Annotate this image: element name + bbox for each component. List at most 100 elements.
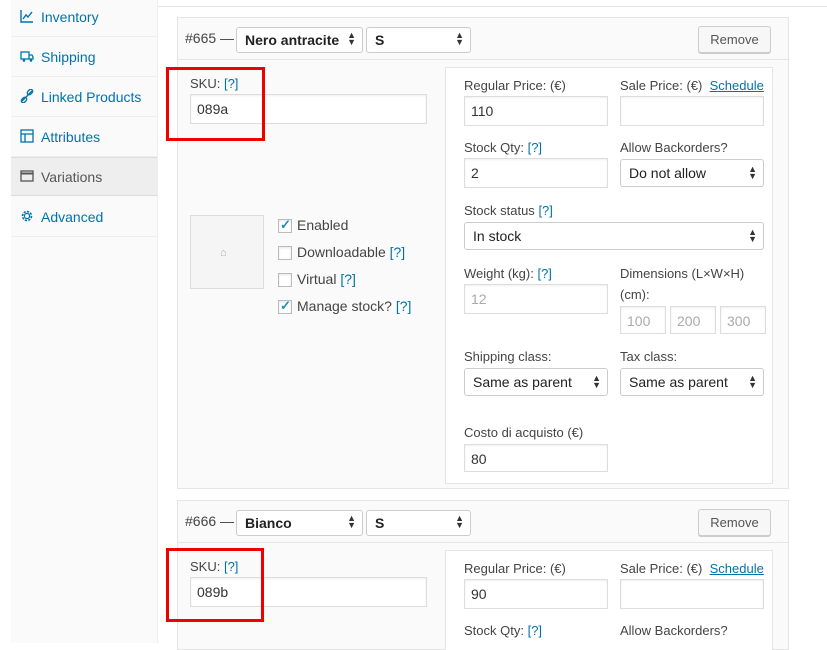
shipping-class-label: Shipping class:: [464, 349, 552, 364]
help-link[interactable]: [?]: [340, 271, 356, 287]
stock-qty-label: Stock Qty: [?]: [464, 623, 542, 638]
remove-button[interactable]: Remove: [698, 509, 771, 536]
variation-id: #665 —: [185, 30, 235, 46]
select-arrows-icon: ▲ ▼: [455, 30, 464, 47]
window-icon: [20, 170, 34, 182]
downloadable-label: Downloadable [?]: [297, 244, 405, 260]
manage-stock-label: Manage stock? [?]: [297, 298, 411, 314]
tab-shipping[interactable]: Shipping: [11, 38, 157, 77]
tab-attributes[interactable]: Attributes: [11, 118, 157, 157]
sale-price-label: Sale Price: (€) Schedule: [620, 561, 764, 576]
stock-qty-input[interactable]: 2: [464, 158, 608, 188]
downloadable-text: Downloadable: [297, 244, 386, 260]
dimensions-unit: (cm):: [620, 287, 650, 302]
sale-price-text: Sale Price: (€): [620, 78, 703, 93]
select-arrows-icon: ▲ ▼: [347, 513, 356, 530]
weight-text: Weight (kg):: [464, 266, 534, 281]
size-select[interactable]: S ▲ ▼: [366, 27, 471, 53]
gear-icon: [21, 210, 33, 222]
help-link[interactable]: [?]: [396, 298, 412, 314]
variation-header: #665 — Nero antracite ▲ ▼ S ▲ ▼ Remove: [178, 18, 788, 60]
link-icon: [20, 89, 34, 103]
weight-input[interactable]: 12: [464, 284, 608, 314]
truck-icon: [20, 51, 34, 62]
variation-image-upload[interactable]: ⌂: [190, 215, 264, 289]
manage-stock-checkbox[interactable]: ✓: [278, 298, 292, 314]
divider: [178, 542, 788, 543]
help-link[interactable]: [?]: [538, 203, 552, 218]
size-select-value: S: [375, 32, 385, 48]
backorders-value: Do not allow: [629, 165, 707, 181]
help-link[interactable]: [?]: [390, 244, 406, 260]
table-icon: [20, 129, 34, 143]
select-arrows-icon: ▲ ▼: [347, 30, 356, 47]
tab-advanced[interactable]: Advanced: [11, 198, 157, 237]
size-select[interactable]: S ▲ ▼: [366, 510, 471, 536]
tax-class-label: Tax class:: [620, 349, 678, 364]
shipping-class-select[interactable]: Same as parent ▲ ▼: [464, 368, 608, 396]
cost-input[interactable]: 80: [464, 444, 608, 472]
tax-class-select[interactable]: Same as parent ▲ ▼: [620, 368, 764, 396]
regular-price-label: Regular Price: (€): [464, 561, 566, 576]
variation-id: #666 —: [185, 513, 235, 529]
weight-label: Weight (kg): [?]: [464, 266, 552, 281]
highlight-box: [166, 67, 265, 141]
tab-variations-label: Variations: [41, 169, 103, 185]
virtual-checkbox[interactable]: [278, 273, 292, 287]
variation-details-panel: Regular Price: (€) 110 Sale Price: (€) S…: [445, 67, 773, 484]
color-select-value: Bianco: [245, 515, 292, 531]
enabled-checkbox[interactable]: ✓: [278, 217, 292, 233]
regular-price-label: Regular Price: (€): [464, 78, 566, 93]
stock-status-select[interactable]: In stock ▲ ▼: [464, 222, 764, 250]
product-data-tabs: Inventory Shipping Linked Products Attri…: [0, 0, 158, 643]
help-link[interactable]: [?]: [528, 623, 542, 638]
check-icon: ✓: [280, 298, 291, 313]
tax-class-value: Same as parent: [629, 374, 728, 390]
remove-button[interactable]: Remove: [698, 26, 771, 53]
length-input[interactable]: 100: [620, 306, 666, 334]
tab-shipping-label: Shipping: [41, 49, 96, 65]
check-icon: ✓: [280, 217, 291, 232]
sale-price-label: Sale Price: (€) Schedule: [620, 78, 764, 93]
variation-666: #666 — Bianco ▲ ▼ S ▲ ▼ Remove SKU: [?] 08…: [177, 500, 789, 650]
tab-attributes-label: Attributes: [41, 129, 101, 145]
divider: [178, 59, 788, 60]
sale-price-input[interactable]: [620, 579, 764, 609]
select-arrows-icon: ▲ ▼: [592, 373, 601, 390]
regular-price-input[interactable]: 90: [464, 579, 608, 609]
highlight-box: [166, 548, 264, 622]
schedule-link[interactable]: Schedule: [710, 78, 764, 93]
color-select[interactable]: Bianco ▲ ▼: [236, 510, 363, 536]
tab-linked-products[interactable]: Linked Products: [11, 78, 157, 117]
stock-status-label: Stock status [?]: [464, 203, 553, 218]
shipping-class-value: Same as parent: [473, 374, 572, 390]
height-input[interactable]: 300: [720, 306, 766, 334]
select-arrows-icon: ▲ ▼: [748, 164, 757, 181]
tab-inventory[interactable]: Inventory: [11, 0, 157, 37]
downloadable-checkbox[interactable]: [278, 246, 292, 260]
tab-variations[interactable]: Variations: [11, 157, 158, 196]
chart-icon: [20, 10, 33, 23]
image-placeholder-icon: ⌂: [220, 247, 227, 259]
divider: [158, 6, 827, 7]
help-link[interactable]: [?]: [528, 140, 542, 155]
regular-price-input[interactable]: 110: [464, 96, 608, 126]
schedule-link[interactable]: Schedule: [710, 561, 764, 576]
variation-details-panel: Regular Price: (€) 90 Sale Price: (€) Sc…: [445, 550, 773, 650]
color-select-value: Nero antracite: [245, 32, 340, 48]
sale-price-text: Sale Price: (€): [620, 561, 703, 576]
stock-status-value: In stock: [473, 228, 522, 244]
stock-qty-text: Stock Qty:: [464, 140, 524, 155]
variation-header: #666 — Bianco ▲ ▼ S ▲ ▼ Remove: [178, 501, 788, 543]
width-input[interactable]: 200: [670, 306, 716, 334]
enabled-label: Enabled: [297, 217, 349, 233]
tabs-rail: [0, 0, 11, 643]
select-arrows-icon: ▲ ▼: [455, 513, 464, 530]
virtual-text: Virtual: [297, 271, 337, 287]
color-select[interactable]: Nero antracite ▲ ▼: [236, 27, 363, 53]
backorders-select[interactable]: Do not allow ▲ ▼: [620, 159, 764, 187]
help-link[interactable]: [?]: [537, 266, 551, 281]
stock-qty-label: Stock Qty: [?]: [464, 140, 542, 155]
sale-price-input[interactable]: [620, 96, 764, 126]
tab-linked-products-label: Linked Products: [41, 89, 142, 105]
